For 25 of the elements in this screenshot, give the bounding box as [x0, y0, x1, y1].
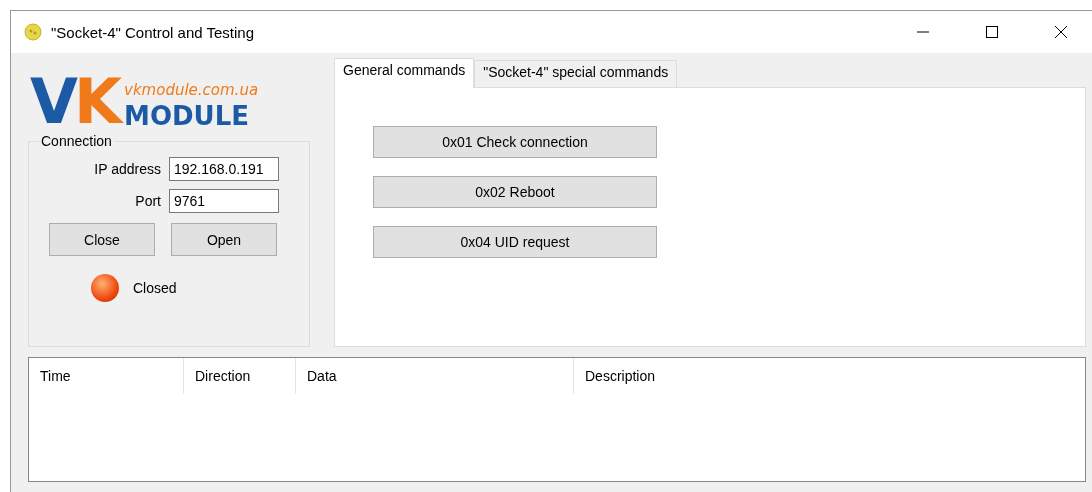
tab[interactable]: General commands	[334, 58, 475, 88]
command-button[interactable]: 0x01 Check connection	[373, 126, 657, 158]
column-header[interactable]: Description	[574, 358, 1085, 394]
field-label: Port	[135, 193, 161, 209]
field-label: IP address	[94, 161, 161, 177]
window-title: "Socket-4" Control and Testing	[51, 23, 254, 41]
app-icon	[24, 23, 42, 41]
command-button[interactable]: 0x02 Reboot	[373, 176, 657, 208]
tab[interactable]: "Socket-4" special commands	[474, 60, 678, 87]
column-header[interactable]: Time	[29, 358, 184, 394]
logo-letter: K	[74, 71, 119, 133]
logo-letter: V	[30, 71, 74, 133]
connection-button[interactable]: Close	[49, 223, 155, 256]
group-title: Connection	[40, 133, 113, 149]
logo-wordmark: MODULE	[124, 103, 251, 129]
status-label: Closed	[133, 280, 177, 296]
logo-url: vkmodule.com.ua	[124, 81, 259, 99]
input-field[interactable]: 9761	[169, 189, 279, 213]
input-field[interactable]: 192.168.0.191	[169, 157, 279, 181]
close-icon[interactable]	[1054, 25, 1068, 39]
column-header[interactable]: Direction	[184, 358, 296, 394]
connection-button[interactable]: Open	[171, 223, 277, 256]
maximize-icon[interactable]	[985, 25, 999, 39]
column-header[interactable]: Data	[296, 358, 574, 394]
command-button[interactable]: 0x04 UID request	[373, 226, 657, 258]
